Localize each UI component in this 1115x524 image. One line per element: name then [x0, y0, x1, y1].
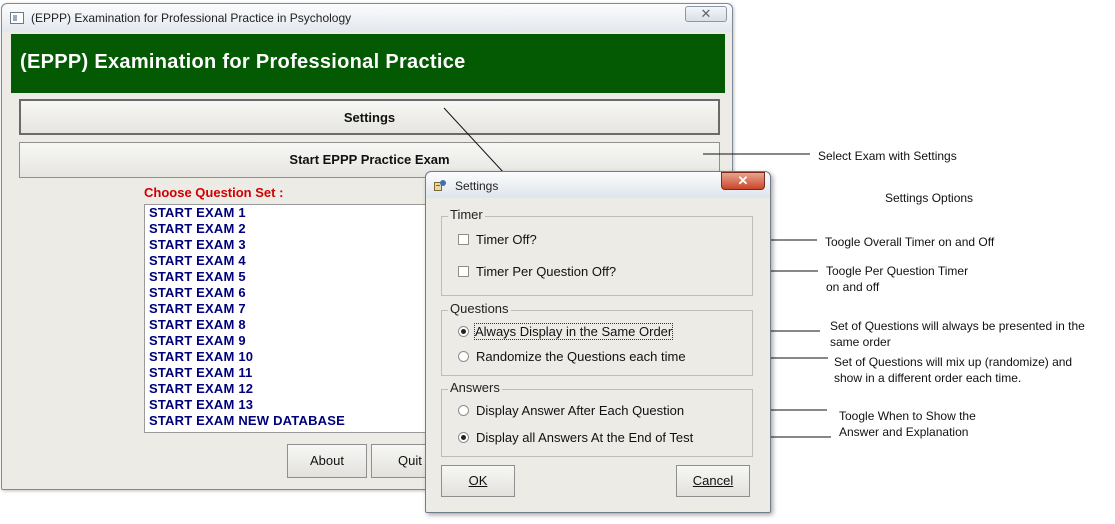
annotation-same-order-line2: same order: [830, 335, 891, 349]
annotation-randomize-line1: Set of Questions will mix up (randomize)…: [834, 355, 1073, 369]
annotation-select-exam: Select Exam with Settings: [818, 149, 957, 163]
answers-at-end-label[interactable]: Display all Answers At the End of Test: [476, 430, 693, 445]
same-order-label[interactable]: Always Display in the Same Order: [473, 323, 674, 340]
settings-titlebar: Settings ✕: [426, 172, 770, 198]
settings-dialog: Settings ✕ Timer Timer Off? Timer Per Qu…: [425, 171, 771, 513]
annotation-randomize-line2: show in a different order each time.: [834, 371, 1022, 385]
settings-close-button[interactable]: ✕: [721, 172, 765, 190]
timer-off-checkbox[interactable]: [458, 234, 469, 245]
close-icon: ✕: [737, 173, 749, 188]
same-order-radio[interactable]: [458, 326, 469, 337]
timer-group-label: Timer: [448, 207, 485, 222]
answers-at-end-radio[interactable]: [458, 432, 469, 443]
annotation-same-order-line1: Set of Questions will always be presente…: [830, 319, 1085, 333]
answer-after-each-label[interactable]: Display Answer After Each Question: [476, 403, 684, 418]
ok-button[interactable]: OK: [441, 465, 515, 497]
questions-group: [441, 310, 753, 376]
cancel-button[interactable]: Cancel: [676, 465, 750, 497]
settings-app-icon: [434, 180, 446, 191]
answers-group: [441, 389, 753, 457]
annotation-answers-line2: Answer and Explanation: [839, 425, 969, 439]
answers-group-label: Answers: [448, 380, 502, 395]
settings-title: Settings: [455, 179, 499, 193]
randomize-radio[interactable]: [458, 351, 469, 362]
annotation-per-question-timer-line1: Toogle Per Question Timer: [826, 264, 969, 278]
timer-per-question-checkbox[interactable]: [458, 266, 469, 277]
randomize-label[interactable]: Randomize the Questions each time: [476, 349, 686, 364]
timer-per-question-label[interactable]: Timer Per Question Off?: [476, 264, 616, 279]
annotation-answers-line1: Toogle When to Show the: [839, 409, 976, 423]
answer-after-each-radio[interactable]: [458, 405, 469, 416]
annotation-settings-options: Settings Options: [885, 191, 974, 205]
timer-group: [441, 216, 753, 296]
timer-off-label[interactable]: Timer Off?: [476, 232, 537, 247]
annotation-overall-timer: Toogle Overall Timer on and Off: [825, 235, 995, 249]
annotation-per-question-timer-line2: on and off: [826, 280, 880, 294]
questions-group-label: Questions: [448, 301, 511, 316]
